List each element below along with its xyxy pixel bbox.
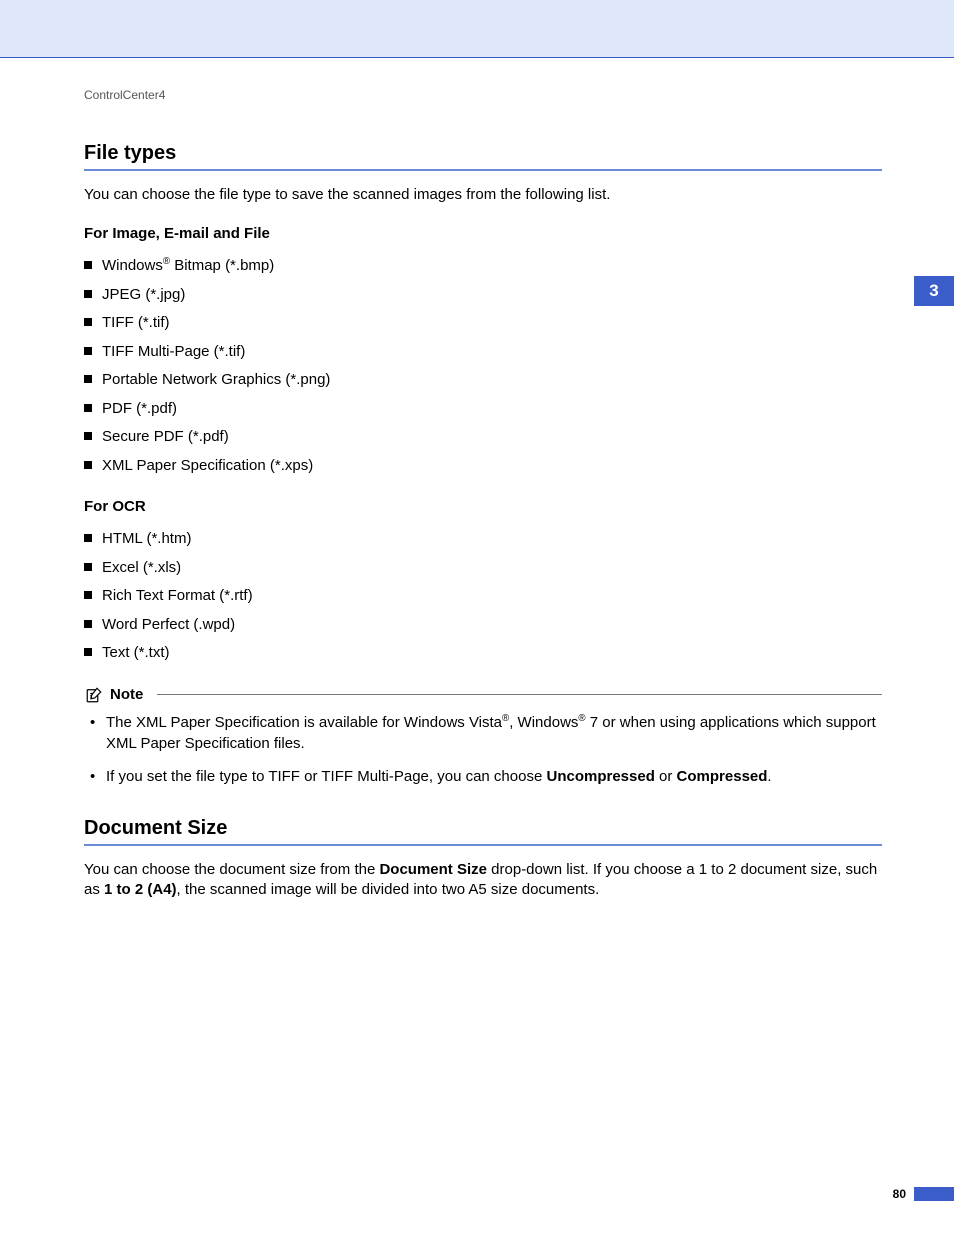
list-item: XML Paper Specification (*.xps) [84, 452, 882, 481]
list-item: HTML (*.htm) [84, 525, 882, 554]
document-size-paragraph: You can choose the document size from th… [84, 860, 882, 901]
list-item: Word Perfect (.wpd) [84, 611, 882, 640]
note-block: Note The XML Paper Specification is avai… [84, 686, 882, 787]
list-item: Rich Text Format (*.rtf) [84, 582, 882, 611]
list-image-email-file: Windows® Bitmap (*.bmp) JPEG (*.jpg) TIF… [84, 252, 882, 480]
list-item: Windows® Bitmap (*.bmp) [84, 252, 882, 281]
note-pencil-icon [84, 686, 104, 704]
note-list: The XML Paper Specification is available… [90, 712, 882, 787]
subhead-ocr: For OCR [84, 498, 882, 515]
list-item: TIFF Multi-Page (*.tif) [84, 338, 882, 367]
section-title-file-types: File types [84, 142, 882, 171]
top-band [0, 0, 954, 58]
note-header: Note [84, 686, 882, 704]
page-number: 80 [893, 1187, 914, 1201]
list-item: PDF (*.pdf) [84, 395, 882, 424]
note-item: If you set the file type to TIFF or TIFF… [90, 766, 882, 787]
list-item: JPEG (*.jpg) [84, 281, 882, 310]
list-item: Excel (*.xls) [84, 554, 882, 583]
list-item: Secure PDF (*.pdf) [84, 423, 882, 452]
registered-icon: ® [163, 256, 170, 267]
list-ocr: HTML (*.htm) Excel (*.xls) Rich Text For… [84, 525, 882, 668]
running-header: ControlCenter4 [84, 88, 882, 102]
chapter-number: 3 [929, 281, 938, 301]
intro-paragraph: You can choose the file type to save the… [84, 185, 882, 205]
section-title-document-size: Document Size [84, 817, 882, 846]
list-item: TIFF (*.tif) [84, 309, 882, 338]
page-number-bar [914, 1187, 954, 1201]
subhead-image-email-file: For Image, E-mail and File [84, 225, 882, 242]
note-rule [157, 694, 882, 695]
page-content: ControlCenter4 File types You can choose… [0, 58, 954, 900]
registered-icon: ® [578, 713, 585, 724]
list-item: Text (*.txt) [84, 639, 882, 668]
note-item: The XML Paper Specification is available… [90, 712, 882, 754]
page-number-strip: 80 [893, 1185, 954, 1203]
list-item: Portable Network Graphics (*.png) [84, 366, 882, 395]
chapter-tab: 3 [914, 276, 954, 306]
note-label: Note [110, 686, 143, 703]
